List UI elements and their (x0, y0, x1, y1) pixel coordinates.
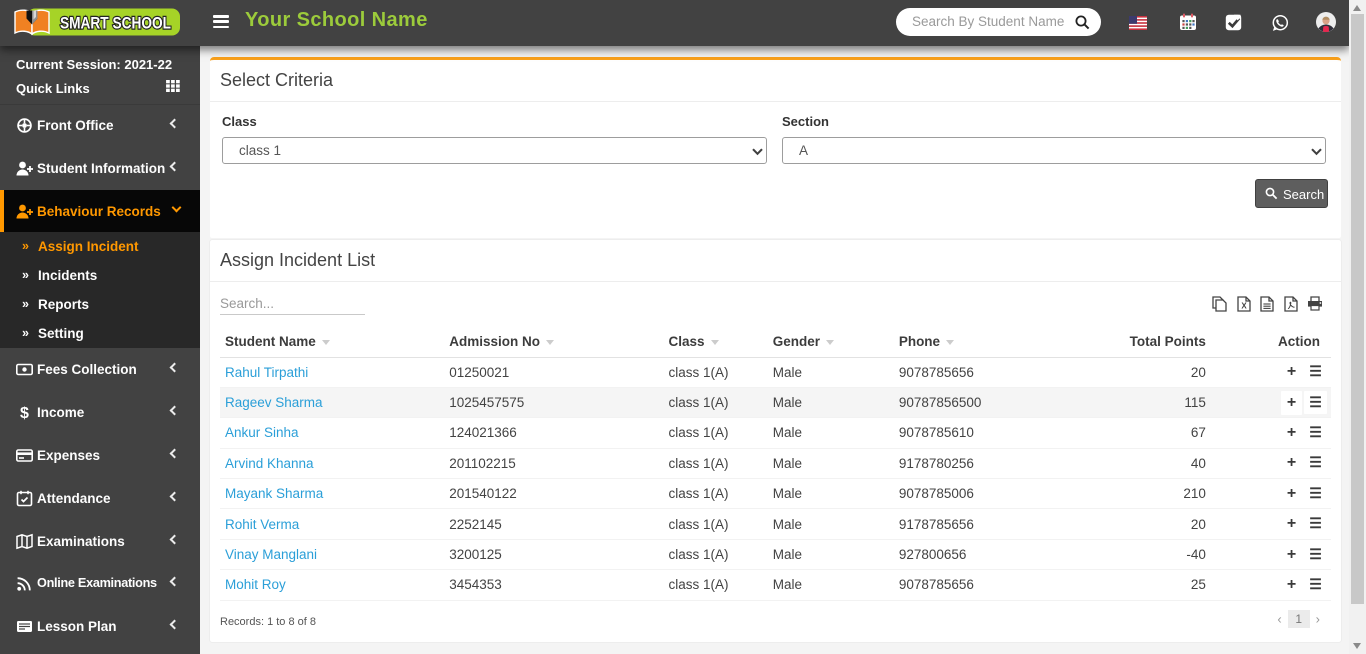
svg-text:SMART SCHOOL: SMART SCHOOL (60, 15, 171, 33)
svg-text:X: X (1241, 302, 1247, 311)
svg-text:$: $ (20, 405, 29, 421)
